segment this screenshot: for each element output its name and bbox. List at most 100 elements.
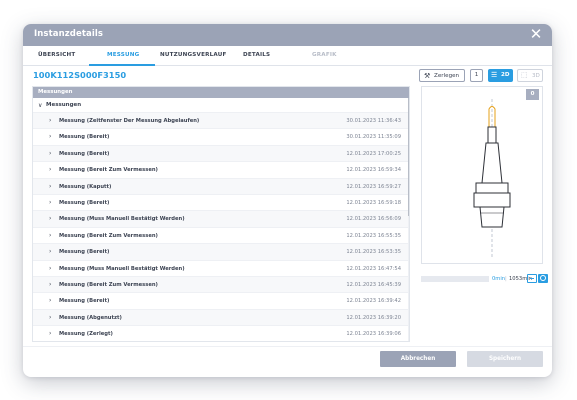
chevron-right-icon[interactable]: › xyxy=(49,330,51,337)
tab-uebersicht[interactable]: ÜBERSICHT xyxy=(38,52,75,58)
measurement-name: Messung (Bereit) xyxy=(59,150,110,157)
minus-button[interactable] xyxy=(527,274,537,283)
timeline-min: 0min xyxy=(492,276,506,282)
instance-id: 100K112S000F3150 xyxy=(33,70,127,80)
measurement-name: Messung (Bereit Zum Vermessen) xyxy=(59,232,158,239)
measurements-group-toggle[interactable]: ∨ Messungen xyxy=(33,99,409,112)
measurement-name: Messung (Muss Manuell Bestätigt Werden) xyxy=(59,265,185,272)
tool-body xyxy=(481,142,503,184)
chevron-right-icon[interactable]: › xyxy=(49,281,51,288)
measurement-name: Messung (Abgenutzt) xyxy=(59,314,122,321)
tab-nutzungsverlauf[interactable]: NUTZUNGSVERLAUF xyxy=(160,52,226,58)
count-button[interactable]: 1 xyxy=(470,69,483,82)
chevron-right-icon[interactable]: › xyxy=(49,166,51,173)
measurement-name: Messung (Bereit Zum Vermessen) xyxy=(59,167,158,174)
tab-bar: ÜBERSICHT MESSUNG NUTZUNGSVERLAUF DETAIL… xyxy=(23,46,552,66)
measurement-name: Messung (Bereit) xyxy=(59,298,110,305)
tab-details[interactable]: DETAILS xyxy=(243,52,270,58)
measurement-row[interactable]: › Messung (Bereit) 12.01.2023 16:39:42 xyxy=(33,292,409,308)
measurement-name: Messung (Bereit Zum Vermessen) xyxy=(59,281,158,288)
tool-drawing xyxy=(473,99,511,257)
measurement-time: 12.01.2023 16:55:35 xyxy=(346,232,401,239)
measurements-panel: Messungen ∨ Messungen › Messung (Zeitfens… xyxy=(32,86,410,342)
measurement-row[interactable]: › Messung (Bereit) 12.01.2023 16:53:35 xyxy=(33,243,409,260)
chevron-right-icon[interactable]: › xyxy=(49,232,51,239)
chevron-right-icon[interactable]: › xyxy=(49,215,51,222)
measurement-row[interactable]: › Messung (Abgenutzt) 12.01.2023 16:39:20 xyxy=(33,308,409,326)
cancel-button[interactable]: Abbrechen xyxy=(380,351,456,367)
measurement-time: 12.01.2023 16:56:09 xyxy=(346,216,401,223)
active-tab-indicator xyxy=(89,64,155,66)
measurement-time: 12.01.2023 16:39:42 xyxy=(346,298,401,305)
measurement-row[interactable]: › Messung (Bereit Zum Vermessen) 12.01.202… xyxy=(33,161,409,177)
dialog-title: Instanzdetails xyxy=(34,29,104,39)
measurement-time: 12.01.2023 16:47:54 xyxy=(346,265,401,272)
measurement-time: 12.01.2023 16:59:27 xyxy=(346,183,401,190)
tab-messung[interactable]: MESSUNG xyxy=(107,52,139,58)
tool-flange xyxy=(473,192,511,208)
view-3d-label: 3D xyxy=(532,73,540,79)
measurement-row[interactable]: › Messung (Bereit Zum Vermessen) 12.01.202… xyxy=(33,275,409,293)
panel-header: Messungen xyxy=(33,87,409,98)
tab-grafik: GRAFIK xyxy=(312,52,337,58)
measurement-name: Messung (Bereit) xyxy=(59,134,110,141)
instance-details-dialog: Instanzdetails ✕ ÜBERSICHT MESSUNG NUTZU… xyxy=(23,24,552,377)
measurement-row[interactable]: › Messung (Zeitfenster Der Messung Abgela… xyxy=(33,112,409,129)
measurement-name: Messung (Bereit) xyxy=(59,199,110,206)
scrollbar-thumb[interactable] xyxy=(408,98,409,216)
clock-button[interactable] xyxy=(538,274,548,283)
measurement-time: 12.01.2023 17:00:25 xyxy=(346,150,401,157)
tool-collar xyxy=(475,182,509,194)
chevron-right-icon[interactable]: › xyxy=(49,199,51,206)
view-2d-button[interactable]: ☰ 2D xyxy=(488,69,513,82)
chevron-right-icon[interactable]: › xyxy=(49,297,51,304)
view-2d-label: 2D xyxy=(501,72,510,78)
chevron-right-icon[interactable]: › xyxy=(49,183,51,190)
chevron-right-icon[interactable]: › xyxy=(49,265,51,272)
measurement-list: › Messung (Zeitfenster Der Messung Abgela… xyxy=(33,112,409,342)
measurement-time: 12.01.2023 16:39:06 xyxy=(346,331,401,338)
save-button: Speichern xyxy=(467,351,543,367)
measurement-name: Messung (Zeitfenster Der Messung Abgelau… xyxy=(59,118,200,124)
measurement-time: 30.01.2023 11:35:09 xyxy=(346,134,401,141)
minus-icon xyxy=(530,278,534,279)
measurement-row[interactable]: › Messung (Bereit) 12.01.2023 16:59:18 xyxy=(33,193,409,210)
timeline-slider[interactable] xyxy=(421,276,489,282)
chevron-right-icon[interactable]: › xyxy=(49,133,51,140)
measurement-time: 12.01.2023 16:53:35 xyxy=(346,249,401,256)
measurement-row[interactable]: › Messung (Muss Manuell Bestätigt Werden)… xyxy=(33,259,409,276)
measurement-row[interactable]: › Messung (Bereit) 12.01.2023 17:00:25 xyxy=(33,144,409,162)
dialog-titlebar: Instanzdetails ✕ xyxy=(23,24,552,46)
list-icon: ☰ xyxy=(491,71,498,79)
measurement-time: 12.01.2023 16:39:20 xyxy=(346,314,401,321)
chevron-right-icon[interactable]: › xyxy=(49,117,51,124)
measurement-row[interactable]: › Messung (Muss Manuell Bestätigt Werden)… xyxy=(33,210,409,227)
tool-shaft xyxy=(487,126,497,144)
measurement-row[interactable]: › Messung (Bereit Zum Vermessen) 12.01.202… xyxy=(33,226,409,243)
measurement-row[interactable]: › Messung (Zerlegt) 12.01.2023 16:39:06 xyxy=(33,325,409,341)
footer-divider xyxy=(23,346,552,347)
measurement-name: Messung (Kaputt) xyxy=(59,183,112,190)
view-3d-button: ⬚ 3D xyxy=(517,69,543,82)
tool-preview: 0 xyxy=(421,86,543,264)
clock-icon xyxy=(540,275,546,281)
close-icon[interactable]: ✕ xyxy=(528,26,544,42)
timeline-separator: | xyxy=(505,276,507,282)
zerlegen-button[interactable]: ⚒ Zerlegen xyxy=(419,69,465,82)
panel-header-label: Messungen xyxy=(38,89,73,95)
chevron-right-icon[interactable]: › xyxy=(49,248,51,255)
measurement-row[interactable]: › Messung (Kaputt) 12.01.2023 16:59:27 xyxy=(33,177,409,194)
measurement-time: 12.01.2023 16:59:34 xyxy=(346,167,401,174)
hammer-icon: ⚒ xyxy=(424,72,431,80)
measurement-name: Messung (Bereit) xyxy=(59,249,110,256)
chevron-down-icon: ∨ xyxy=(38,102,43,109)
measurement-row[interactable]: › Messung (Bereit) 30.01.2023 11:35:09 xyxy=(33,128,409,144)
measurement-time: 30.01.2023 11:36:43 xyxy=(346,118,401,124)
scrollbar-track[interactable] xyxy=(408,98,409,341)
measurement-row[interactable]: ›Messung (Zeitfenster Der Messung Abgela… xyxy=(33,341,409,342)
zerlegen-label: Zerlegen xyxy=(434,73,460,79)
timeline: 0min | 1053min xyxy=(421,274,548,284)
chevron-right-icon[interactable]: › xyxy=(49,314,51,321)
chevron-right-icon[interactable]: › xyxy=(49,150,51,157)
measurement-time: 12.01.2023 16:59:18 xyxy=(346,199,401,206)
